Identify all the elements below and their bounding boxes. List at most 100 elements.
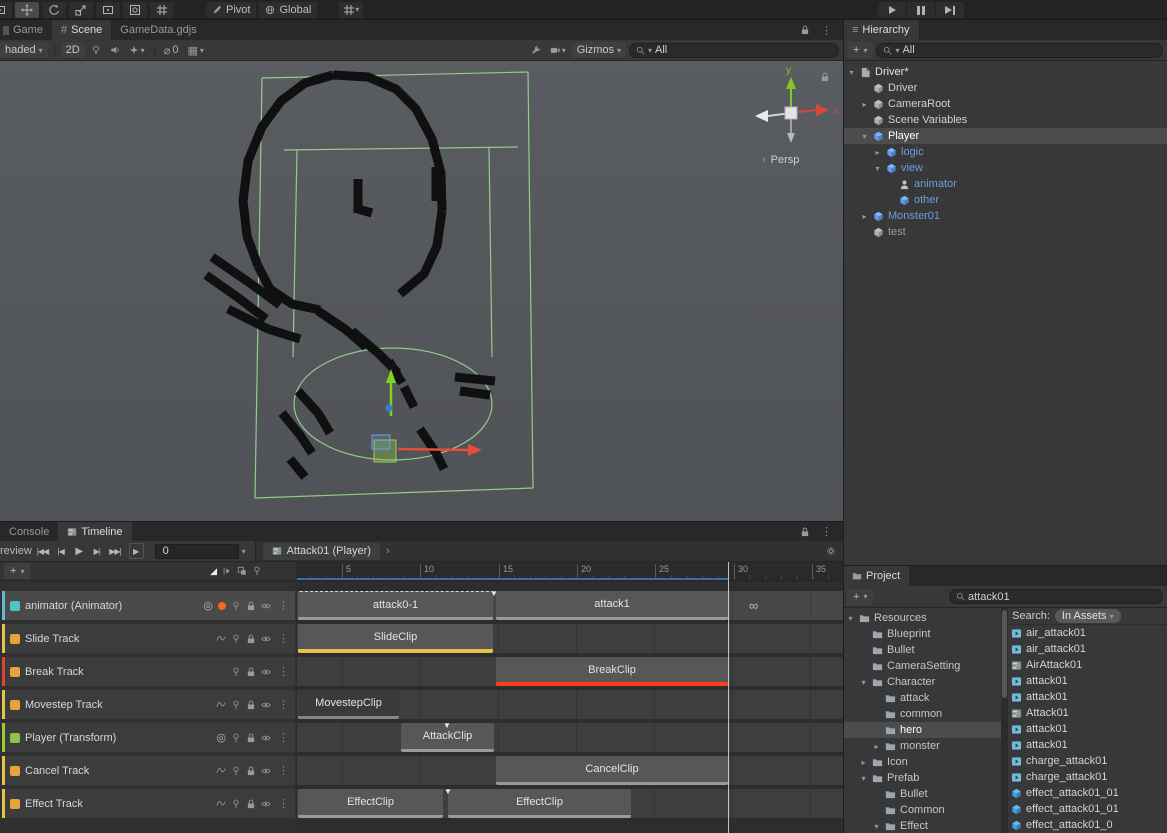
pin-icon[interactable] (231, 601, 241, 611)
pan-tool-button[interactable] (0, 2, 12, 18)
track-menu-icon[interactable]: ⋮ (276, 599, 291, 612)
gizmo-lock-icon[interactable] (820, 72, 830, 85)
expander-icon[interactable]: ▾ (873, 164, 882, 173)
hierarchy-item[interactable]: Scene Variables (843, 112, 1167, 128)
lock-icon[interactable] (246, 634, 256, 644)
result-item[interactable]: attack01 (1008, 737, 1167, 753)
hierarchy-item-selected[interactable]: ▾Player (843, 128, 1167, 144)
curves-icon[interactable] (216, 766, 226, 776)
clip[interactable]: BreakClip (496, 657, 728, 686)
global-toggle-button[interactable]: Global (259, 2, 317, 18)
rect-tool-button[interactable] (96, 2, 120, 18)
lock-icon[interactable] (246, 799, 256, 809)
track-menu-icon[interactable]: ⋮ (276, 698, 291, 711)
pause-button[interactable] (907, 2, 935, 18)
expander-icon[interactable]: ▾ (847, 68, 856, 77)
hierarchy-item[interactable]: ▸logic (843, 144, 1167, 160)
rotate-tool-button[interactable] (42, 2, 66, 18)
tab-scene[interactable]: #Scene (52, 20, 111, 40)
expander-icon[interactable]: ▸ (860, 212, 869, 221)
avatar-toggle-icon[interactable]: ◎ (216, 731, 226, 744)
lock-icon[interactable] (246, 700, 256, 710)
result-item[interactable]: charge_attack01 (1008, 753, 1167, 769)
hierarchy-search-input[interactable] (902, 44, 1156, 56)
hierarchy-search-field[interactable]: ▾ (876, 43, 1163, 58)
clip[interactable]: attack1 (496, 591, 728, 620)
toggle-2d-button[interactable]: 2D (61, 42, 85, 58)
gizmos-dropdown[interactable]: Gizmos▾ (572, 42, 626, 58)
result-item[interactable]: air_attack01 (1008, 641, 1167, 657)
eye-icon[interactable] (261, 667, 271, 677)
scene-canvas[interactable]: y x (0, 61, 843, 521)
scene-viewport[interactable]: y x ‹Persp (0, 61, 843, 521)
folder-item[interactable]: Bullet (843, 642, 1001, 658)
curves-icon[interactable] (216, 799, 226, 809)
lock-icon[interactable] (800, 25, 810, 35)
pin-icon[interactable] (231, 799, 241, 809)
hierarchy-item[interactable]: ▾view (843, 160, 1167, 176)
replace-mode-button[interactable] (237, 566, 247, 576)
clip[interactable]: attack0-1 (298, 591, 493, 620)
lock-icon[interactable] (246, 766, 256, 776)
clip[interactable]: EffectClip (298, 789, 443, 818)
lock-icon[interactable] (246, 601, 256, 611)
transform-tool-button[interactable] (123, 2, 147, 18)
result-item[interactable]: charge_attack01 (1008, 769, 1167, 785)
frame-field[interactable] (155, 544, 239, 559)
track-lane-slide[interactable]: SlideClip (297, 624, 843, 653)
expander-icon[interactable]: ▾ (859, 678, 868, 687)
folder-item[interactable]: ▸monster (843, 738, 1001, 754)
projection-toggle[interactable]: ‹Persp (762, 154, 799, 166)
track-header-break[interactable]: Break Track ⋮ (2, 657, 295, 686)
record-indicator[interactable] (218, 602, 226, 610)
playhead[interactable] (728, 562, 729, 833)
scene-search-input[interactable] (655, 44, 832, 56)
editor-tools-button[interactable] (528, 42, 544, 58)
expander-icon[interactable]: ▸ (860, 100, 869, 109)
track-lane-movestep[interactable]: MovestepClip (297, 690, 843, 719)
folder-item[interactable]: Bullet (843, 786, 1001, 802)
track-lane-effect[interactable]: EffectClip EffectClip ▼ (297, 789, 843, 818)
folder-item[interactable]: ▾Character (843, 674, 1001, 690)
result-item[interactable]: effect_attack01_01 (1008, 801, 1167, 817)
folder-item[interactable]: Blueprint (843, 626, 1001, 642)
track-lane-cancel[interactable]: CancelClip (297, 756, 843, 785)
pin-icon[interactable] (231, 634, 241, 644)
folder-item-selected[interactable]: hero (843, 722, 1001, 738)
hierarchy-item[interactable]: other (843, 192, 1167, 208)
clip-marker-icon[interactable]: ▼ (444, 787, 452, 796)
eye-icon[interactable] (261, 733, 271, 743)
preview-toggle[interactable]: review (0, 545, 32, 557)
clip-marker-icon[interactable]: ▼ (443, 721, 451, 730)
track-menu-icon[interactable]: ⋮ (276, 632, 291, 645)
expander-icon[interactable]: ▾ (846, 614, 855, 623)
result-item[interactable]: attack01 (1008, 673, 1167, 689)
scale-tool-button[interactable] (69, 2, 93, 18)
folder-item[interactable]: ▾Effect (843, 818, 1001, 833)
tab-hierarchy[interactable]: ≡Hierarchy (843, 20, 919, 40)
project-search-input[interactable] (968, 591, 1156, 603)
result-item[interactable]: attack01 (1008, 721, 1167, 737)
gear-icon[interactable] (826, 546, 836, 556)
move-tool-button[interactable] (15, 2, 39, 18)
grid-visibility-dropdown[interactable]: ▦▾ (184, 42, 206, 58)
track-menu-icon[interactable]: ⋮ (276, 665, 291, 678)
hierarchy-item[interactable]: animator (843, 176, 1167, 192)
step-button[interactable] (936, 2, 964, 18)
pin-icon[interactable] (231, 667, 241, 677)
lock-icon[interactable] (246, 733, 256, 743)
frame-input[interactable] (161, 544, 233, 558)
folder-item[interactable]: Common (843, 802, 1001, 818)
tab-gamedata[interactable]: GameData.gdjs (111, 20, 205, 40)
avatar-toggle-icon[interactable]: ◎ (203, 599, 213, 612)
expander-icon[interactable]: ▾ (859, 774, 868, 783)
shading-mode-dropdown[interactable]: haded▾ (0, 42, 48, 58)
pivot-toggle-button[interactable]: Pivot (206, 2, 256, 18)
folder-item[interactable]: ▾Prefab (843, 770, 1001, 786)
create-object-button[interactable]: +▾ (847, 42, 873, 58)
hierarchy-item[interactable]: Driver (843, 80, 1167, 96)
eye-icon[interactable] (261, 634, 271, 644)
add-track-button[interactable]: +▾ (4, 563, 30, 579)
custom-tool-button[interactable] (150, 2, 174, 18)
track-header-player-transform[interactable]: Player (Transform) ◎ ⋮ (2, 723, 295, 752)
